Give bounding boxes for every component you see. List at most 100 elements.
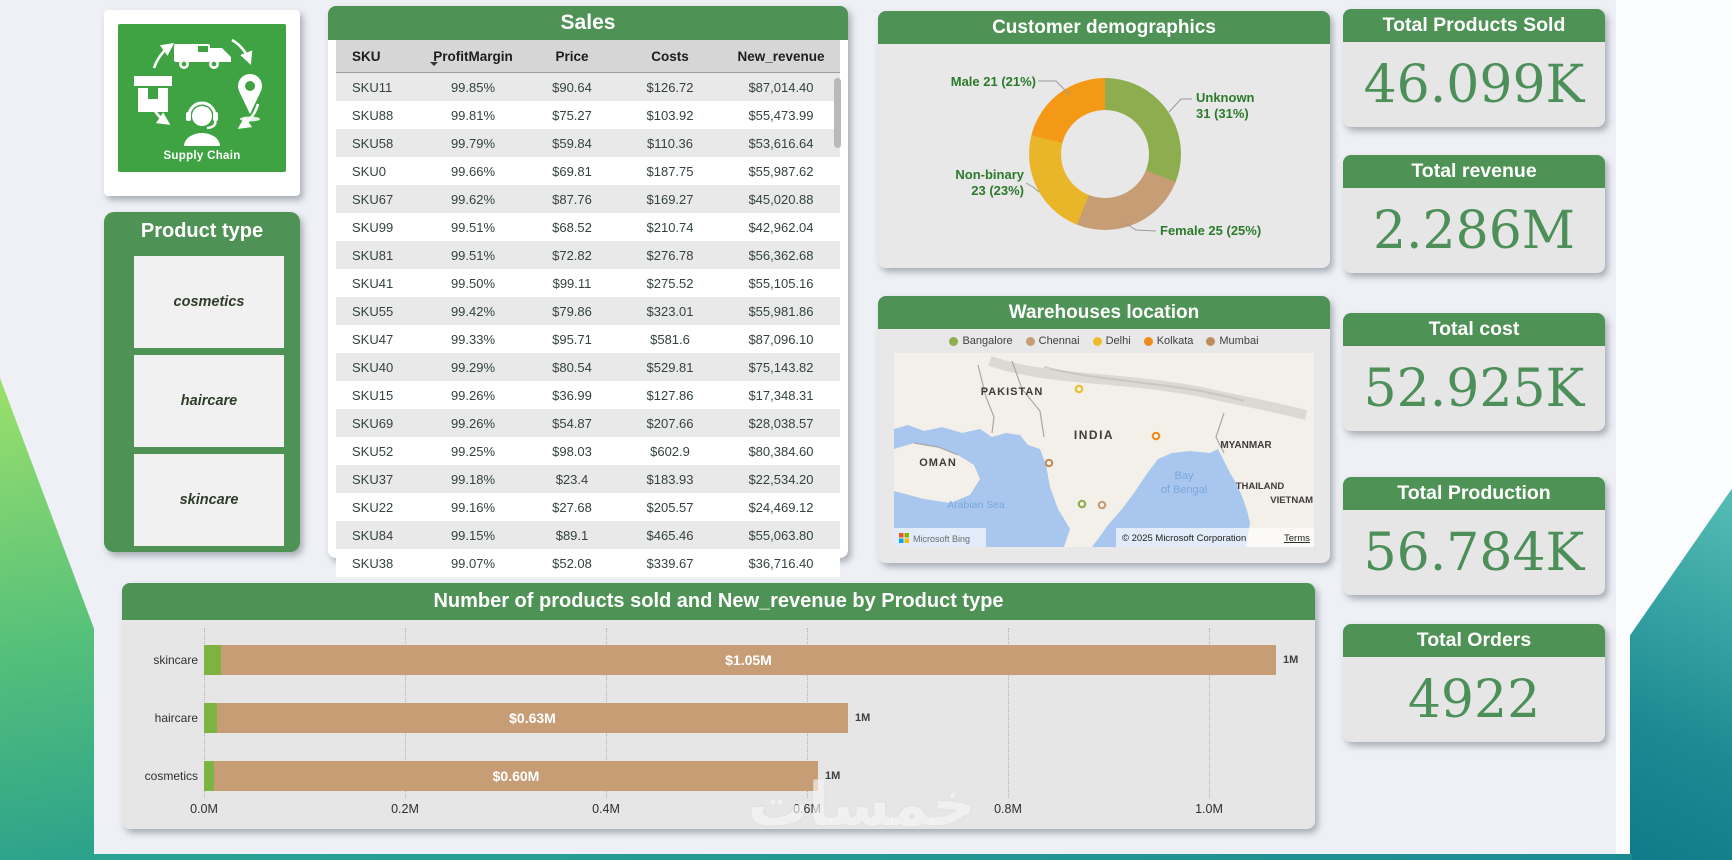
cell-new-revenue: $36,716.40 [748,555,814,571]
callout-male: Male 21 (21%) [950,74,1036,89]
dot-delhi[interactable] [1074,384,1084,394]
table-row[interactable]: SKU37 99.18% $23.4 $183.93 $22,534.20 [336,465,840,493]
bing-map[interactable]: PAKISTAN INDIA OMAN MYANMAR THAILAND VIE… [894,353,1314,547]
table-row[interactable]: SKU88 99.81% $75.27 $103.92 $55,473.99 [336,101,840,129]
legend-item-mumbai: Mumbai [1206,335,1259,347]
cell-new-revenue: $87,014.40 [748,79,814,95]
bar-row-haircare[interactable]: $0.63M 1M [204,703,870,733]
cell-profitmargin: 99.66% [450,163,496,179]
kpi-title: Total cost [1343,313,1605,346]
dot-chennai[interactable] [1097,500,1107,510]
cell-new-revenue: $24,469.12 [748,499,814,515]
cell-sku: SKU38 [352,555,394,571]
dot-mumbai[interactable] [1044,458,1054,468]
map-legend: Bangalore Chennai Delhi Kolkata Mumbai [878,335,1330,347]
slicer-option-cosmetics[interactable]: cosmetics [134,256,284,348]
bar-segment-new-revenue[interactable]: $1.05M [221,645,1276,675]
map-terms-link[interactable]: Terms [1284,533,1310,544]
cell-sku: SKU55 [352,303,394,319]
table-row[interactable]: SKU81 99.51% $72.82 $276.78 $56,362.68 [336,241,840,269]
table-scrollbar[interactable] [834,78,841,148]
cell-costs: $581.6 [650,331,690,347]
kpi-value: 2.286M [1372,200,1576,261]
cell-costs: $169.27 [646,191,694,207]
bar-data-label: $0.63M [509,710,556,726]
cell-costs: $110.36 [646,135,694,151]
cell-costs: $529.81 [646,359,694,375]
cell-new-revenue: $55,981.86 [748,303,814,319]
col-header-price[interactable]: Price [526,40,618,73]
cell-price: $80.54 [552,359,592,375]
table-row[interactable]: SKU11 99.85% $90.64 $126.72 $87,014.40 [336,72,840,101]
x-tick: 0.4M [592,802,620,816]
cell-profitmargin: 99.07% [450,555,496,571]
table-row[interactable]: SKU58 99.79% $59.84 $110.36 $53,616.64 [336,129,840,157]
cell-sku: SKU81 [352,247,394,263]
table-row[interactable]: SKU22 99.16% $27.68 $205.57 $24,469.12 [336,493,840,521]
cell-profitmargin: 99.26% [450,415,496,431]
table-row[interactable]: SKU38 99.07% $52.08 $339.67 $36,716.40 [336,549,840,577]
table-row[interactable]: SKU40 99.29% $80.54 $529.81 $75,143.82 [336,353,840,381]
cell-profitmargin: 99.62% [450,191,496,207]
cell-price: $72.82 [552,247,592,263]
cell-profitmargin: 99.81% [450,107,496,123]
bar-row-skincare[interactable]: $1.05M 1M [204,645,1298,675]
table-row[interactable]: SKU69 99.26% $54.87 $207.66 $28,038.57 [336,409,840,437]
bar-segment-products-sold[interactable] [204,761,214,791]
map-label-vietnam: VIETNAM [1270,495,1313,506]
legend-dot-mumbai [1206,336,1216,346]
slicer-option-skincare[interactable]: skincare [134,454,284,546]
bar-row-cosmetics[interactable]: $0.60M 1M [204,761,840,791]
bar-total-label: 1M [1283,654,1299,666]
cell-new-revenue: $28,038.57 [748,415,814,431]
cell-new-revenue: $56,362.68 [748,247,814,263]
cell-price: $75.27 [552,107,592,123]
table-row[interactable]: SKU84 99.15% $89.1 $465.46 $55,063.80 [336,521,840,549]
dot-bangalore[interactable] [1077,499,1087,509]
table-row[interactable]: SKU55 99.42% $79.86 $323.01 $55,981.86 [336,297,840,325]
cell-profitmargin: 99.85% [450,79,496,95]
cell-new-revenue: $22,534.20 [748,471,814,487]
kpi-total-cost: Total cost 52.925K [1343,313,1605,431]
cell-costs: $126.72 [646,79,694,95]
table-row[interactable]: SKU15 99.26% $36.99 $127.86 $17,348.31 [336,381,840,409]
support-agent-icon [184,101,220,146]
cell-profitmargin: 99.79% [450,135,496,151]
legend-dot-bangalore [949,336,959,346]
table-row[interactable]: SKU47 99.33% $95.71 $581.6 $87,096.10 [336,325,840,353]
dot-kolkata[interactable] [1151,431,1161,441]
col-header-new-revenue[interactable]: New_revenue [722,40,840,73]
cell-price: $99.11 [552,275,592,291]
cell-new-revenue: $45,020.88 [748,191,814,207]
col-header-sku[interactable]: SKU [336,40,420,73]
category-label-cosmetics: cosmetics [144,769,198,783]
callout-nonbinary: Non-binary 23 (23%) [955,167,1024,198]
kpi-total-production: Total Production 56.784K [1343,477,1605,595]
kpi-title: Total Orders [1343,624,1605,657]
kpi-value: 52.925K [1363,358,1585,419]
col-header-profitmargin[interactable]: ProfitMargin [420,40,526,73]
bar-segment-products-sold[interactable] [204,703,217,733]
bar-segment-products-sold[interactable] [204,645,221,675]
customer-demographics-card: Customer demographics Male 21 (21%) Unkn… [878,11,1330,268]
cell-price: $79.86 [552,303,592,319]
cell-price: $95.71 [552,331,592,347]
table-row[interactable]: SKU67 99.62% $87.76 $169.27 $45,020.88 [336,185,840,213]
demographics-donut-chart[interactable] [1029,78,1181,230]
bar-segment-new-revenue[interactable]: $0.63M [217,703,848,733]
callout-unknown: Unknown 31 (31%) [1196,90,1255,121]
warehouses-title: Warehouses location [878,296,1330,329]
cell-profitmargin: 99.51% [450,247,496,263]
table-row[interactable]: SKU99 99.51% $68.52 $210.74 $42,962.04 [336,213,840,241]
bar-segment-new-revenue[interactable]: $0.60M [214,761,818,791]
table-row[interactable]: SKU52 99.25% $98.03 $602.9 $80,384.60 [336,437,840,465]
table-row[interactable]: SKU0 99.66% $69.81 $187.75 $55,987.62 [336,157,840,185]
cell-costs: $207.66 [646,415,694,431]
slicer-option-haircare[interactable]: haircare [134,355,284,447]
cell-profitmargin: 99.51% [450,219,496,235]
col-header-costs[interactable]: Costs [618,40,722,73]
supply-chain-logo-card: Supply Chain [104,10,300,196]
cell-price: $90.64 [552,79,592,95]
table-row[interactable]: SKU41 99.50% $99.11 $275.52 $55,105.16 [336,269,840,297]
left-decorative-shape [0,378,94,860]
